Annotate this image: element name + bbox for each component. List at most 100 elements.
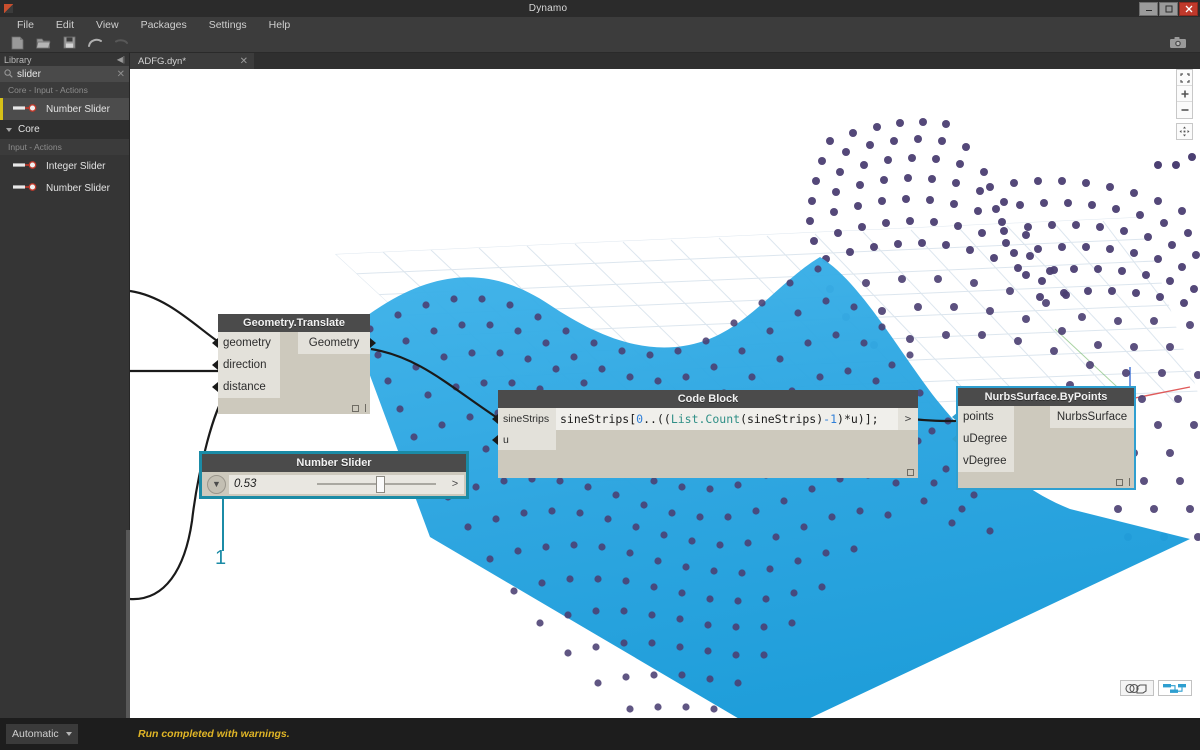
port-out-geometry[interactable]: Geometry — [298, 332, 370, 354]
sidebar-item-number-slider-top[interactable]: Number Slider — [0, 98, 129, 120]
port-in-distance[interactable]: distance — [218, 376, 280, 398]
new-file-icon[interactable] — [5, 34, 29, 52]
node-number-slider[interactable]: Number Slider ▼ 0.53 > — [202, 454, 466, 496]
geometry-view-icon — [1125, 683, 1149, 694]
clear-icon[interactable]: ✕ — [117, 69, 125, 80]
node-title: Code Block — [498, 390, 918, 408]
redo-icon — [109, 34, 133, 52]
run-mode-label: Automatic — [12, 728, 59, 740]
slider-value-field[interactable]: 0.53 — [229, 475, 307, 494]
slider-expand-button[interactable]: > — [446, 475, 464, 494]
toolbar — [0, 33, 1200, 53]
slider-control-row[interactable]: ▼ 0.53 > — [202, 472, 466, 496]
tab-label: ADFG.dyn* — [138, 56, 226, 67]
port-in-direction[interactable]: direction — [218, 354, 280, 376]
window-title: Dynamo — [18, 3, 1078, 14]
port-connector-icon — [492, 435, 498, 445]
geometry-view-toggle[interactable] — [1120, 680, 1154, 696]
node-preview-toggle-icon[interactable] — [352, 405, 359, 412]
port-in-vdegree[interactable]: vDegree — [958, 450, 1014, 472]
library-group-core[interactable]: Core — [0, 120, 129, 139]
port-out-nurbssurface[interactable]: NurbsSurface — [1050, 406, 1134, 428]
zoom-out-button[interactable] — [1177, 102, 1192, 118]
menu-view[interactable]: View — [85, 17, 130, 33]
slider-track-area[interactable] — [307, 475, 446, 494]
library-header: Library ◀| — [0, 53, 130, 66]
undo-icon[interactable] — [83, 34, 107, 52]
graph-canvas[interactable]: Geometry.Translate geometry Geometry — [130, 69, 1200, 718]
search-input[interactable]: slider — [17, 69, 117, 80]
code-segment: 0 — [636, 412, 643, 426]
node-code-block[interactable]: Code Block sineStrips u — [498, 390, 918, 478]
window-controls — [1138, 2, 1198, 16]
node-geometry-translate[interactable]: Geometry.Translate geometry Geometry — [218, 314, 370, 414]
menu-edit[interactable]: Edit — [45, 17, 85, 33]
sidebar-item-integer-slider[interactable]: Integer Slider — [0, 155, 129, 177]
chevron-down-icon[interactable]: ▼ — [207, 475, 226, 494]
port-connector-icon — [212, 382, 218, 392]
search-icon — [4, 65, 13, 83]
port-connector-icon — [212, 338, 218, 348]
port-in-points[interactable]: points — [958, 406, 1014, 428]
menu-help[interactable]: Help — [258, 17, 302, 33]
node-nurbssurface-bypoints[interactable]: NurbsSurface.ByPoints points NurbsSurfac… — [958, 388, 1134, 488]
library-tree: Core - Input - Actions Number Slider Cor… — [0, 82, 130, 718]
port-connector-icon — [952, 434, 958, 444]
graph-view-toggle[interactable] — [1158, 680, 1192, 696]
code-segment: (sineStrips) — [740, 412, 823, 426]
node-title: Number Slider — [202, 454, 466, 472]
collapse-panel-icon[interactable]: ◀| — [117, 55, 125, 64]
library-category-input-actions: Input - Actions — [0, 139, 129, 155]
menu-file[interactable]: File — [6, 17, 45, 33]
minimize-button[interactable] — [1139, 2, 1158, 16]
port-in-u[interactable]: u — [498, 430, 556, 450]
code-editor[interactable]: sineStrips[0..((List.Count(sineStrips)-1… — [556, 408, 918, 430]
camera-icon[interactable] — [1166, 34, 1190, 52]
port-in-udegree[interactable]: uDegree — [958, 428, 1014, 450]
close-button[interactable] — [1179, 2, 1198, 16]
node-preview-toggle-icon[interactable] — [907, 469, 914, 476]
annotation-leader-line — [222, 499, 224, 551]
node-resize-handle[interactable] — [1129, 478, 1130, 486]
node-preview-toggle-icon[interactable] — [1116, 479, 1123, 486]
port-in-sinestrips[interactable]: sineStrips — [498, 408, 556, 430]
node-title: NurbsSurface.ByPoints — [958, 388, 1134, 406]
slider-thumb[interactable] — [376, 476, 385, 493]
code-segment: sineStrips[ — [560, 412, 636, 426]
status-bar: Automatic Run completed with warnings. — [0, 718, 1200, 750]
port-out-chevron-icon[interactable]: > — [898, 408, 918, 430]
view-toggle-group — [1120, 680, 1192, 696]
sidebar-item-label: Integer Slider — [46, 161, 105, 172]
maximize-button[interactable] — [1159, 2, 1178, 16]
library-group-label: Core — [18, 124, 40, 135]
node-footer — [352, 404, 366, 412]
code-segment: List.Count — [671, 412, 740, 426]
menu-settings[interactable]: Settings — [198, 17, 258, 33]
sidebar-item-label: Number Slider — [46, 183, 110, 194]
node-resize-handle[interactable] — [365, 404, 366, 412]
port-connector-icon — [212, 360, 218, 370]
node-footer — [1116, 478, 1130, 486]
node-footer — [907, 469, 914, 476]
port-in-geometry[interactable]: geometry — [218, 332, 280, 354]
zoom-in-button[interactable] — [1177, 86, 1192, 102]
library-title: Library — [4, 55, 117, 65]
run-mode-dropdown[interactable]: Automatic — [6, 724, 78, 744]
close-tab-icon[interactable]: ✕ — [240, 56, 248, 67]
integer-slider-icon — [12, 160, 38, 173]
number-slider-icon — [12, 103, 38, 116]
save-file-icon[interactable] — [57, 34, 81, 52]
viewport-nav-cluster[interactable] — [1176, 69, 1193, 119]
zoom-to-fit-icon[interactable] — [1177, 70, 1192, 86]
dynamo-logo-icon — [4, 4, 13, 13]
chevron-down-icon — [66, 732, 72, 736]
node-title: Geometry.Translate — [218, 314, 370, 332]
open-file-icon[interactable] — [31, 34, 55, 52]
tab-adfg-dyn[interactable]: ADFG.dyn* ✕ — [130, 53, 254, 69]
sidebar-item-number-slider[interactable]: Number Slider — [0, 177, 129, 199]
number-slider-icon — [12, 182, 38, 195]
pan-icon[interactable] — [1176, 123, 1193, 140]
library-search-bar[interactable]: slider ✕ — [0, 66, 130, 82]
port-connector-icon — [492, 414, 498, 424]
menu-packages[interactable]: Packages — [130, 17, 198, 33]
